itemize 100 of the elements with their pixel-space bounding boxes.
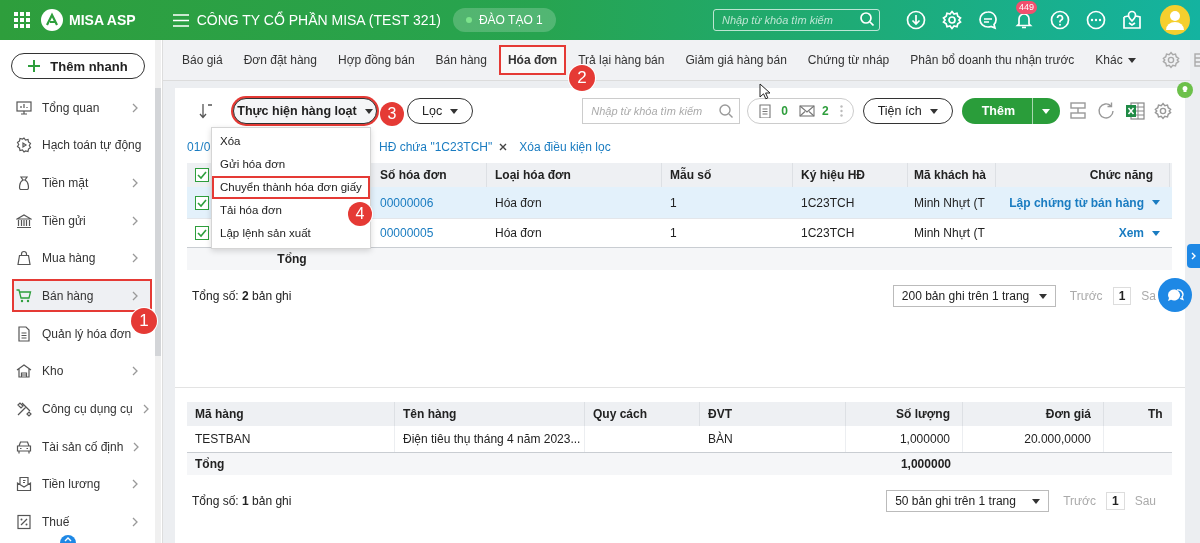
sidebar-item[interactable]: Tài sản cố định: [12, 430, 152, 464]
bank-icon: [16, 212, 32, 229]
caret-icon: [1038, 293, 1047, 299]
chat-support-icon[interactable]: [1158, 278, 1192, 312]
menu-item[interactable]: Lập lệnh sản xuất: [212, 222, 319, 245]
table-cell-text: 1: [669, 195, 678, 210]
sidebar-item[interactable]: Mua hàng: [12, 241, 152, 275]
clear-filter-link[interactable]: Xóa điều kiện lọc: [519, 140, 611, 154]
table-cell-text: 1C23TCH: [800, 195, 856, 210]
menu-item[interactable]: Gửi hóa đơn: [212, 153, 294, 176]
tab[interactable]: Giảm giá hàng bán: [676, 45, 796, 75]
menu-icon[interactable]: [172, 13, 189, 27]
tab[interactable]: Báo giá: [173, 45, 232, 75]
page-number[interactable]: 1: [1105, 492, 1125, 510]
avatar-icon[interactable]: [1160, 5, 1190, 35]
settings-icon[interactable]: [1154, 102, 1172, 120]
chat-icon[interactable]: [978, 10, 998, 30]
step-number: 4: [348, 202, 372, 226]
settings-icon[interactable]: [1161, 51, 1180, 69]
column-header: Th: [1147, 406, 1164, 423]
add-dropdown-button[interactable]: [1032, 98, 1060, 124]
tab[interactable]: Đơn đặt hàng: [234, 45, 326, 75]
column-header: Quy cách: [585, 402, 700, 426]
caret-icon: [364, 108, 373, 114]
payroll-icon: [16, 476, 32, 493]
sidebar-item[interactable]: Tiền gửi: [12, 204, 152, 238]
filter-chip-text: HĐ chứa "1C23TCH": [379, 140, 493, 154]
table-cell-text: 1C23TCH: [800, 226, 856, 240]
add-button[interactable]: Thêm: [961, 98, 1032, 124]
table-cell: Điện tiêu thụ tháng 4 năm 2023...: [395, 426, 585, 452]
bulk-action-button[interactable]: Thực hiện hàng loạt: [233, 98, 377, 124]
scrollbar[interactable]: [155, 40, 161, 543]
shopping-bag-icon: [16, 250, 32, 267]
total-label: Tổng: [276, 252, 308, 266]
checkbox[interactable]: [195, 195, 209, 210]
page-size-select[interactable]: 50 bản ghi trên 1 trang: [886, 490, 1050, 512]
document-icon: [16, 325, 32, 342]
scroll-up-icon[interactable]: [60, 533, 76, 543]
action-link[interactable]: Xem: [1118, 226, 1144, 240]
sort-icon[interactable]: [199, 103, 213, 119]
logo-text: MISA ASP: [69, 12, 136, 28]
tax-icon: [16, 514, 32, 531]
mail-icon: [798, 104, 815, 118]
help-icon[interactable]: [1050, 10, 1070, 30]
total-value: 1,000000: [899, 457, 952, 471]
sidebar-item[interactable]: Hạch toán tự động: [12, 128, 146, 162]
sidebar-item[interactable]: Tiền lương: [12, 467, 152, 501]
sidebar-item[interactable]: Kho: [12, 354, 152, 388]
checkbox[interactable]: [195, 168, 209, 182]
table-cell: TESTBAN: [187, 426, 395, 452]
sidebar-item[interactable]: Công cụ dụng cụ: [12, 392, 152, 426]
money-bag-icon: [16, 174, 32, 191]
search-icon[interactable]: [719, 104, 734, 118]
step-number: 2: [568, 65, 595, 91]
flowchart-icon[interactable]: [1069, 101, 1087, 121]
more-icon[interactable]: [1086, 10, 1106, 30]
sidebar-item[interactable]: Bán hàng: [12, 279, 152, 313]
car-icon: [16, 438, 32, 455]
column-header: ĐVT: [700, 402, 846, 426]
caret-icon: [1042, 108, 1050, 114]
sidebar-item[interactable]: Tiền mặt: [12, 166, 152, 200]
step-number: 1: [131, 308, 157, 335]
refresh-icon[interactable]: [1096, 101, 1116, 121]
excel-icon[interactable]: [1125, 102, 1145, 120]
column-header: Mã hàng: [187, 402, 395, 426]
checkbox[interactable]: [195, 226, 209, 240]
download-icon[interactable]: [906, 10, 926, 30]
search-icon[interactable]: [860, 12, 874, 26]
sidebar-item[interactable]: Thuế: [12, 505, 152, 539]
menu-item[interactable]: Tải hóa đơn: [212, 199, 290, 222]
table-cell-text: Hóa đơn: [494, 226, 543, 240]
tab[interactable]: Bán hàng: [426, 45, 496, 75]
tab[interactable]: Hóa đơn: [498, 45, 567, 75]
page-number[interactable]: 1: [1112, 287, 1132, 305]
tab[interactable]: Phân bổ doanh thu nhận trước: [901, 45, 1084, 75]
monitor-icon: [16, 99, 32, 116]
lightbulb-icon[interactable]: [1177, 82, 1193, 98]
invoice-number-link[interactable]: 00000006: [372, 195, 487, 210]
notification-badge: 449: [1016, 1, 1038, 14]
logo-icon: [41, 9, 63, 31]
more-tabs-menu[interactable]: Khác: [1086, 45, 1145, 75]
expand-panel-button[interactable]: [1187, 244, 1200, 268]
record-count: Tổng số: 1 bản ghi: [192, 494, 293, 508]
action-link[interactable]: Lập chứng từ bán hàng: [1009, 195, 1144, 210]
gear-icon: [16, 137, 32, 154]
column-header: Tên hàng: [395, 402, 585, 426]
tab[interactable]: Hợp đồng bán: [328, 45, 424, 75]
page-size-select[interactable]: 200 bản ghi trên 1 trang: [892, 285, 1056, 307]
caret-icon: [1152, 200, 1160, 205]
company-name: CÔNG TY CỔ PHẦN MISA (TEST 321): [196, 12, 441, 28]
column-header: Số lượng: [846, 402, 963, 426]
app-grid-icon[interactable]: [14, 12, 30, 28]
map-pin-icon[interactable]: [1122, 10, 1142, 30]
search-field[interactable]: Nhập từ khóa tìm kiếm: [582, 98, 741, 124]
total-label: Tổng: [194, 457, 226, 471]
invoice-number-link[interactable]: 00000005: [372, 226, 487, 240]
close-icon[interactable]: [499, 143, 508, 151]
sidebar-item[interactable]: Tổng quan: [12, 91, 152, 124]
menu-item[interactable]: Xóa: [212, 130, 249, 153]
tab[interactable]: Chứng từ nháp: [798, 45, 899, 75]
